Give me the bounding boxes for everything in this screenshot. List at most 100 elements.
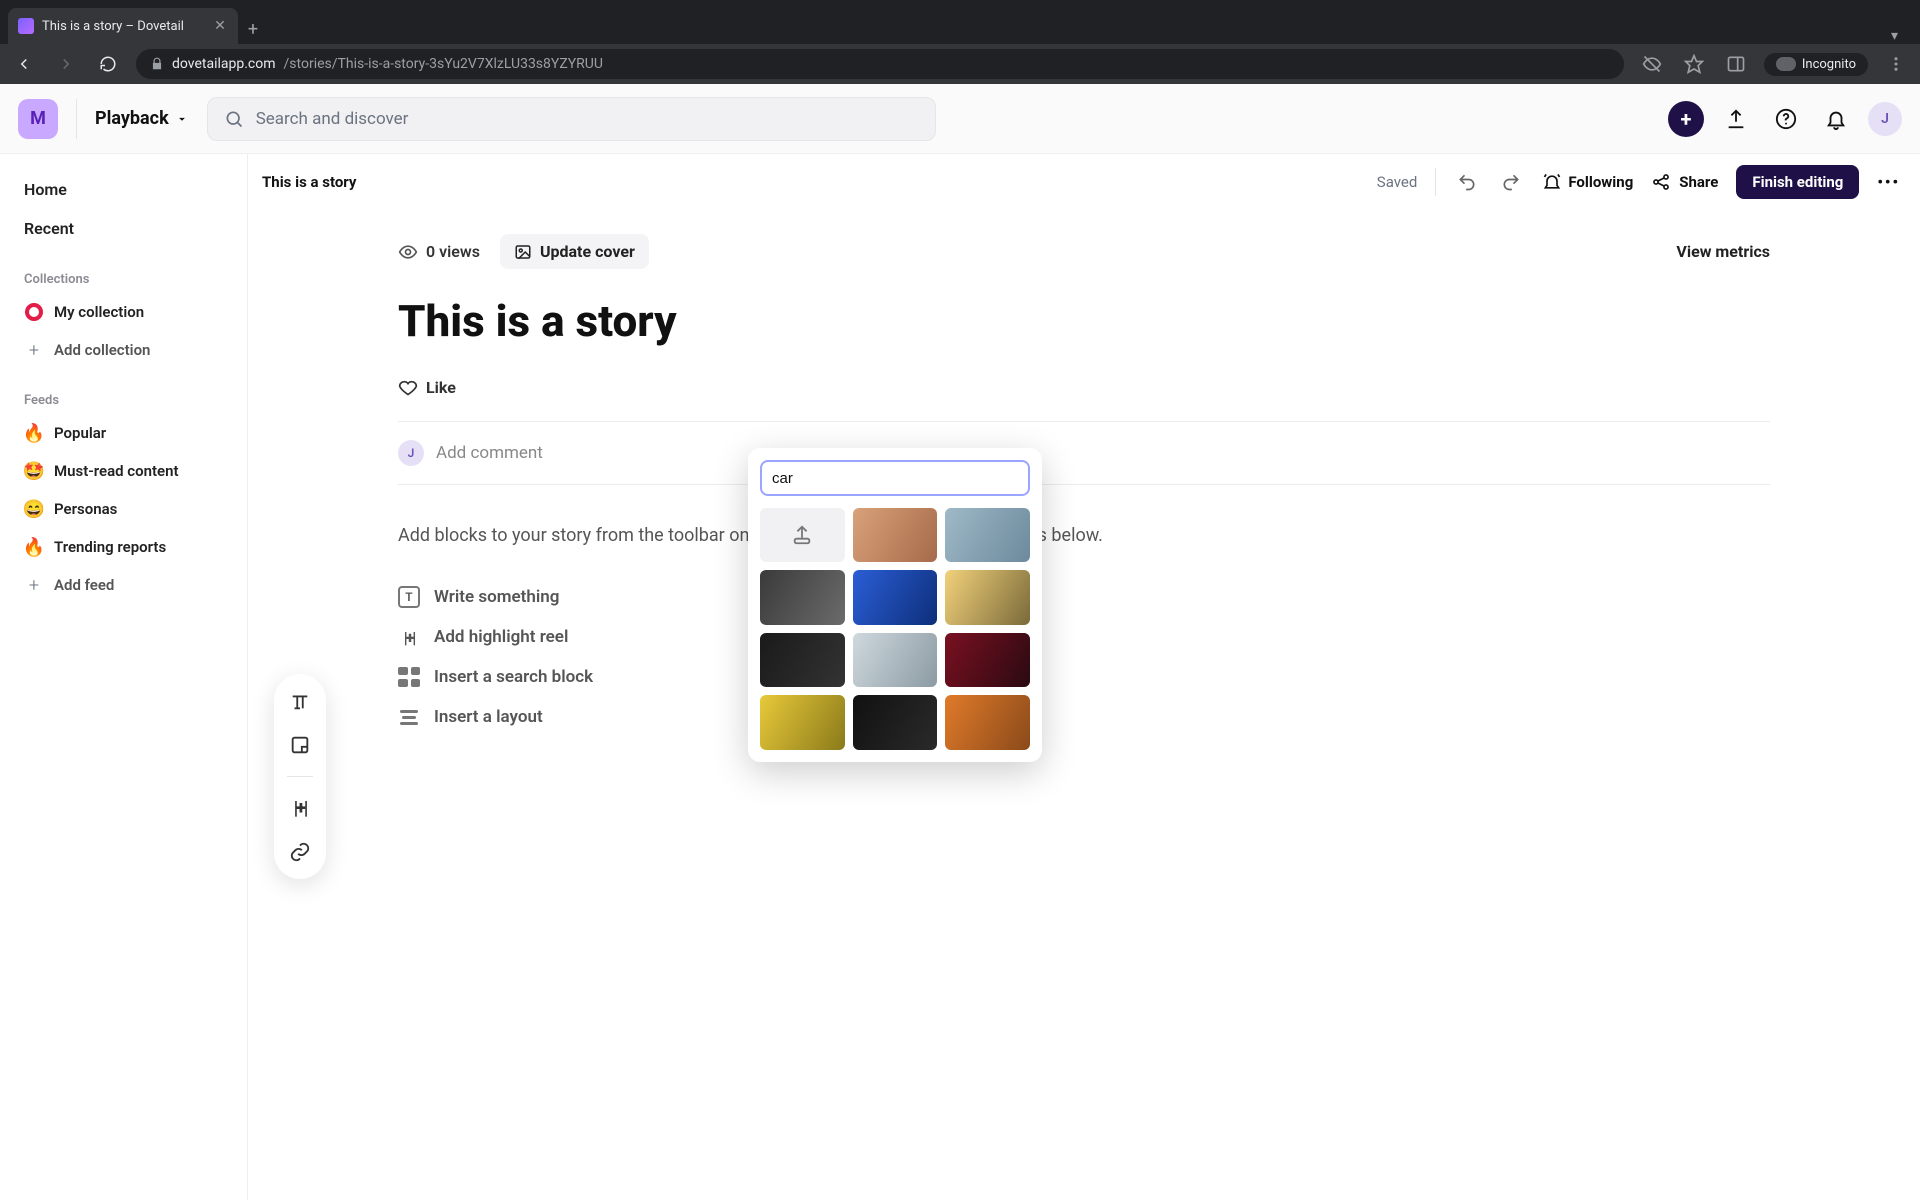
link-tool-icon[interactable] <box>287 839 313 865</box>
comment-avatar: J <box>398 440 424 466</box>
sidebar-add-feed[interactable]: + Add feed <box>8 566 239 604</box>
sidebar-feed-trending[interactable]: 🔥 Trending reports <box>8 528 239 566</box>
sidebar-home[interactable]: Home <box>8 170 239 209</box>
sidebar-feed-popular[interactable]: 🔥 Popular <box>8 414 239 452</box>
cover-thumb-taillights-night[interactable] <box>945 633 1030 687</box>
fire-icon: 🔥 <box>24 423 44 443</box>
layout-icon <box>398 706 420 728</box>
cover-search-input[interactable] <box>760 460 1030 496</box>
forward-button[interactable] <box>52 50 80 78</box>
new-tab-button[interactable]: + <box>238 14 268 44</box>
finish-editing-button[interactable]: Finish editing <box>1736 165 1859 199</box>
block-opt-search[interactable]: Insert a search block <box>398 666 1770 688</box>
comment-input[interactable]: J Add comment <box>398 440 1770 466</box>
update-cover-label: Update cover <box>540 242 635 261</box>
sidebar-item-label: Add collection <box>54 341 150 359</box>
url-path: /stories/This-is-a-story-3sYu2V7XlzLU33s… <box>284 56 603 72</box>
sidebar-item-label: Trending reports <box>54 538 166 556</box>
back-button[interactable] <box>10 50 38 78</box>
plus-icon: + <box>24 340 44 360</box>
document-toolbar: This is a story Saved Following Share Fi… <box>248 154 1920 210</box>
eye-off-icon[interactable] <box>1638 50 1666 78</box>
upload-cover-tile[interactable] <box>760 508 845 562</box>
kebab-icon[interactable] <box>1882 50 1910 78</box>
share-label: Share <box>1679 173 1718 191</box>
window-caret-icon[interactable]: ▾ <box>1877 28 1912 44</box>
incognito-badge[interactable]: Incognito <box>1764 53 1868 76</box>
search-placeholder: Search and discover <box>256 109 409 129</box>
bell-icon[interactable] <box>1818 101 1854 137</box>
note-tool-icon[interactable] <box>287 732 313 758</box>
block-opt-highlight[interactable]: |+| Add highlight reel <box>398 626 1770 648</box>
like-label: Like <box>426 378 456 397</box>
cover-thumb-headlight-closeup[interactable] <box>853 633 938 687</box>
sidebar-recent[interactable]: Recent <box>8 209 239 248</box>
url-host: dovetailapp.com <box>172 56 276 72</box>
cover-thumb-sedan-highway[interactable] <box>945 508 1030 562</box>
image-icon <box>514 243 532 261</box>
upload-icon[interactable] <box>1718 101 1754 137</box>
text-tool-icon[interactable] <box>287 688 313 714</box>
cover-thumb-supercar-dark[interactable] <box>760 633 845 687</box>
block-opt-layout[interactable]: Insert a layout <box>398 706 1770 728</box>
sidebar-item-label: Personas <box>54 500 117 518</box>
block-opt-write[interactable]: T Write something <box>398 586 1770 608</box>
sidebar-my-collection[interactable]: My collection <box>8 293 239 331</box>
views-label: 0 views <box>426 242 480 261</box>
text-block-icon: T <box>398 586 420 608</box>
browser-tab[interactable]: This is a story – Dovetail ✕ <box>8 8 238 44</box>
tab-favicon <box>18 18 34 34</box>
lifebuoy-icon <box>24 302 44 322</box>
sidebar-feed-personas[interactable]: 😄 Personas <box>8 490 239 528</box>
cover-thumb-garage-dark[interactable] <box>853 695 938 749</box>
global-search[interactable]: Search and discover <box>207 97 937 141</box>
sidebar-feed-mustread[interactable]: 🤩 Must-read content <box>8 452 239 490</box>
cover-thumb-grid <box>760 508 1030 750</box>
block-opt-label: Write something <box>434 587 559 607</box>
cover-thumb-mustang-bw[interactable] <box>760 570 845 624</box>
star-icon[interactable] <box>1680 50 1708 78</box>
redo-button[interactable] <box>1498 169 1524 195</box>
workspace-switcher[interactable]: Playback <box>95 108 189 129</box>
sidebar-item-label: My collection <box>54 303 144 321</box>
tab-title: This is a story – Dovetail <box>42 19 204 34</box>
more-menu-button[interactable]: ••• <box>1877 173 1900 191</box>
cover-thumb-sunset-car[interactable] <box>945 570 1030 624</box>
user-avatar[interactable]: J <box>1868 102 1902 136</box>
help-icon[interactable] <box>1768 101 1804 137</box>
upload-icon <box>791 524 813 546</box>
starstruck-icon: 🤩 <box>24 461 44 481</box>
following-toggle[interactable]: Following <box>1542 172 1633 192</box>
close-icon[interactable]: ✕ <box>212 18 228 34</box>
cover-thumb-blue-sports[interactable] <box>853 570 938 624</box>
share-button[interactable]: Share <box>1651 172 1718 192</box>
url-input[interactable]: dovetailapp.com/stories/This-is-a-story-… <box>136 49 1624 79</box>
cover-thumb-yellow-sports[interactable] <box>760 695 845 749</box>
search-icon <box>224 109 244 129</box>
lock-icon <box>150 57 164 71</box>
breadcrumb-title[interactable]: This is a story <box>262 173 356 191</box>
cover-thumb-orange-beetle[interactable] <box>945 695 1030 749</box>
view-metrics-link[interactable]: View metrics <box>1676 242 1770 261</box>
like-button[interactable]: Like <box>398 377 1770 397</box>
update-cover-button[interactable]: Update cover <box>500 234 649 269</box>
sidebar: Home Recent Collections My collection + … <box>0 154 248 1200</box>
workspace-name: Playback <box>95 108 169 129</box>
bell-ring-icon <box>1542 172 1562 192</box>
new-button[interactable]: + <box>1668 101 1704 137</box>
sidebar-feeds-header: Feeds <box>8 369 239 414</box>
page-title[interactable]: This is a story <box>398 295 1770 347</box>
divider <box>76 99 77 139</box>
chevron-down-icon <box>175 112 189 126</box>
workspace-badge[interactable]: M <box>18 99 58 139</box>
cover-thumb-suv-desert[interactable] <box>853 508 938 562</box>
heart-icon <box>398 377 418 397</box>
sidebar-add-collection[interactable]: + Add collection <box>8 331 239 369</box>
incognito-icon <box>1776 57 1796 71</box>
panel-icon[interactable] <box>1722 50 1750 78</box>
incognito-label: Incognito <box>1802 57 1856 72</box>
undo-button[interactable] <box>1454 169 1480 195</box>
highlight-tool-icon[interactable]: |+| <box>287 795 313 821</box>
reload-button[interactable] <box>94 50 122 78</box>
divider <box>287 776 313 777</box>
